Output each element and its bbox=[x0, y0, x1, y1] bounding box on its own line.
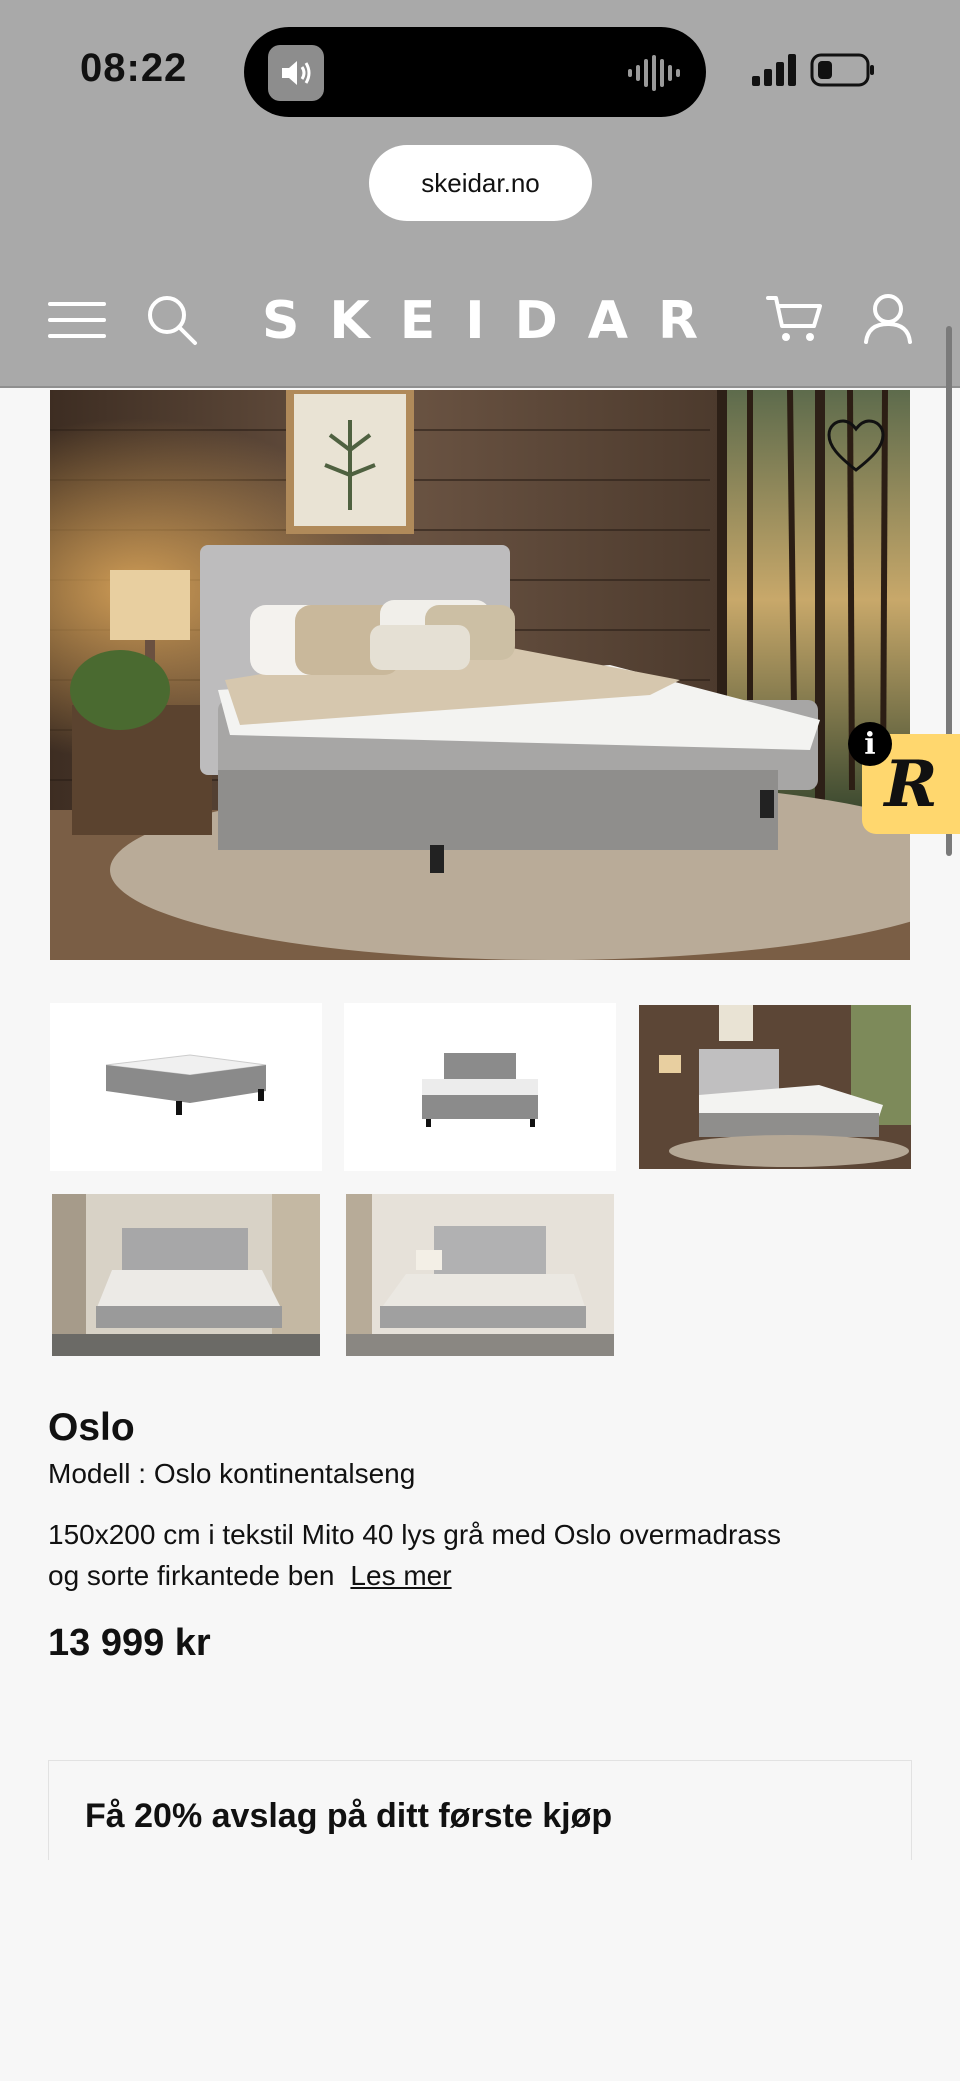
main-product-image[interactable] bbox=[50, 390, 910, 960]
info-icon[interactable]: i bbox=[848, 722, 892, 766]
discount-title: Få 20% avslag på ditt første kjøp bbox=[85, 1797, 613, 1835]
thumbnail-bedroom-curtains[interactable] bbox=[52, 1194, 320, 1356]
product-price: 13 999 kr bbox=[48, 1622, 211, 1664]
product-title: Oslo bbox=[48, 1406, 135, 1449]
favorite-heart-icon[interactable] bbox=[826, 418, 886, 474]
product-model: Modell : Oslo kontinentalseng bbox=[48, 1458, 416, 1489]
thumbnail-bed-base[interactable] bbox=[50, 1003, 322, 1171]
signal-icon bbox=[752, 54, 796, 86]
waveform-icon bbox=[628, 55, 680, 91]
cart-icon[interactable] bbox=[766, 294, 822, 344]
dynamic-island bbox=[244, 27, 706, 117]
battery-icon bbox=[810, 53, 874, 87]
hamburger-icon[interactable] bbox=[48, 300, 106, 340]
search-icon[interactable] bbox=[146, 294, 198, 346]
discount-signup-box[interactable]: Få 20% avslag på ditt første kjøp bbox=[48, 1760, 912, 1860]
thumbnail-bedroom-panel[interactable] bbox=[346, 1194, 614, 1356]
thumbnail-bed-front[interactable] bbox=[344, 1003, 616, 1171]
thumbnail-bedroom-cabin[interactable] bbox=[639, 1005, 911, 1169]
product-description: 150x200 cm i tekstil Mito 40 lys grå med… bbox=[48, 1514, 788, 1596]
speaker-icon bbox=[268, 45, 324, 101]
site-logo[interactable]: SKEIDAR bbox=[262, 288, 698, 354]
status-time: 08:22 bbox=[80, 46, 188, 90]
account-icon[interactable] bbox=[862, 292, 914, 344]
url-bar[interactable]: skeidar.no bbox=[369, 145, 592, 221]
read-more-link[interactable]: Les mer bbox=[350, 1560, 451, 1591]
